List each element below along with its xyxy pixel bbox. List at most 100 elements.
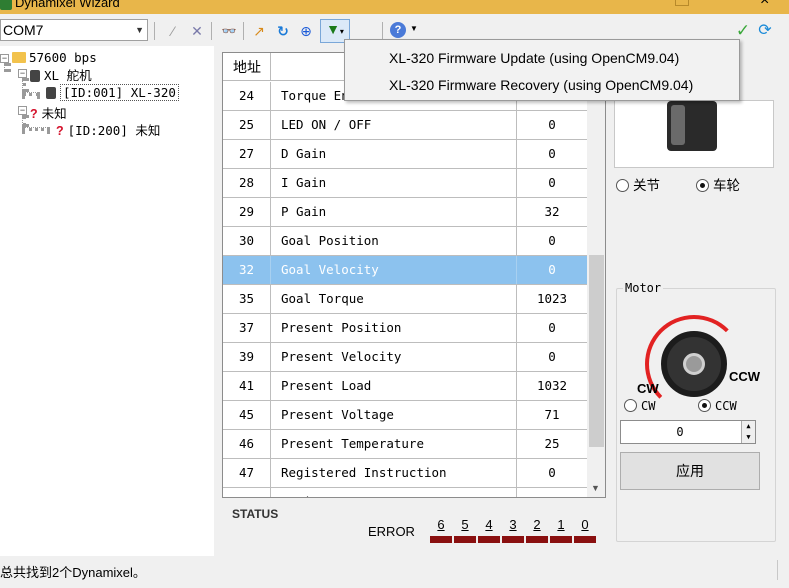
cell-name: LED ON / OFF — [271, 111, 517, 139]
error-bit-label: 5 — [461, 517, 469, 532]
minimize-button[interactable] — [675, 0, 689, 6]
cell-address: 45 — [223, 401, 271, 429]
cell-value[interactable]: 0 — [517, 227, 587, 255]
title-bar: Dynamixel Wizard × — [0, 0, 789, 14]
cell-value[interactable]: 25 — [517, 430, 587, 458]
cell-value[interactable]: 32 — [517, 198, 587, 226]
motor-group-label: Motor — [623, 281, 664, 295]
cell-address: 39 — [223, 343, 271, 371]
port-select[interactable]: COM7 ▼ — [0, 19, 148, 41]
table-row[interactable]: 45 Present Voltage 71 — [223, 401, 587, 430]
menu-item-firmware-update[interactable]: XL-320 Firmware Update (using OpenCM9.04… — [389, 46, 679, 70]
status-bar-text: 总共找到2个Dynamixel。 — [0, 565, 146, 580]
sync-icon[interactable]: ⟳ — [756, 22, 774, 40]
cell-address: 27 — [223, 140, 271, 168]
mode-joint-radio[interactable]: 关节 — [616, 174, 660, 194]
radio-icon — [616, 179, 629, 192]
tree-line — [22, 78, 26, 92]
tree-item-device-1[interactable]: [ID:001] XL-320 — [46, 84, 179, 101]
collapse-icon[interactable]: − — [18, 106, 27, 115]
tree-item-model[interactable]: XL 舵机 — [30, 65, 92, 84]
servo-highlight — [671, 105, 685, 145]
scroll-down-icon[interactable]: ▼ — [591, 483, 600, 493]
tree-item-device-2[interactable]: ? [ID:200] 未知 — [56, 120, 160, 139]
cell-name: I Gain — [271, 169, 517, 197]
decrement-icon[interactable]: ▼ — [742, 432, 755, 443]
cell-value[interactable]: 71 — [517, 401, 587, 429]
window-title: Dynamixel Wizard — [0, 0, 120, 10]
increment-icon[interactable]: ▲ — [742, 421, 755, 432]
error-bit-label: 4 — [485, 517, 493, 532]
toolbar-separator — [211, 22, 212, 40]
tree-line — [4, 63, 8, 72]
cell-value[interactable]: 0 — [517, 111, 587, 139]
firmware-menu: XL-320 Firmware Update (using OpenCM9.04… — [344, 39, 740, 101]
help-icon[interactable]: ? — [390, 22, 406, 38]
cell-name: Present Position — [271, 314, 517, 342]
table-row[interactable]: 25 LED ON / OFF 0 — [223, 111, 587, 140]
cell-address: 46 — [223, 430, 271, 458]
column-header-address[interactable]: 地址 — [223, 53, 271, 81]
cell-value[interactable]: 1032 — [517, 372, 587, 400]
cell-value[interactable]: 0 — [517, 343, 587, 371]
scan-icon[interactable]: ⊕ — [297, 22, 315, 40]
table-row[interactable]: 27 D Gain 0 — [223, 140, 587, 169]
cell-name: Present Load — [271, 372, 517, 400]
mode-wheel-radio[interactable]: 车轮 — [696, 174, 740, 194]
cell-address: 35 — [223, 285, 271, 313]
direction-cw-radio[interactable]: CW — [624, 399, 655, 413]
error-bit-label: 2 — [533, 517, 541, 532]
status-label: STATUS — [232, 507, 279, 521]
table-row[interactable]: 49Moving0 — [223, 488, 587, 497]
chevron-down-icon[interactable]: ▼ — [410, 24, 418, 33]
firmware-icon: ▼ — [326, 21, 340, 37]
cell-address: 30 — [223, 227, 271, 255]
direction-ccw-radio[interactable]: CCW — [698, 399, 737, 413]
motor-group: Motor CW CCW — [616, 281, 776, 542]
collapse-icon[interactable]: − — [18, 69, 27, 78]
cell-value[interactable]: 0 — [517, 459, 587, 487]
menu-item-firmware-recovery[interactable]: XL-320 Firmware Recovery (using OpenCM9.… — [389, 73, 693, 97]
cell-value[interactable]: 0 — [517, 488, 587, 497]
table-row[interactable]: 41 Present Load 1032 — [223, 372, 587, 401]
error-bits: 6 5 4 3 2 1 0 — [429, 517, 596, 545]
table-row[interactable]: 37 Present Position 0 — [223, 314, 587, 343]
connect-icon[interactable]: ⁄ — [164, 22, 182, 40]
disconnect-icon[interactable]: ✕ — [188, 22, 206, 40]
chevron-down-icon[interactable]: ▼ — [135, 20, 144, 40]
speed-stepper[interactable]: 0 ▲ ▼ — [620, 420, 756, 444]
table-row[interactable]: 46 Present Temperature 25 — [223, 430, 587, 459]
apply-button[interactable]: 应用 — [620, 452, 760, 490]
table-row[interactable]: 29 P Gain 32 — [223, 198, 587, 227]
cell-address: 25 — [223, 111, 271, 139]
upload-icon[interactable]: ↗ — [250, 22, 268, 40]
error-bit-label: 0 — [581, 517, 589, 532]
statusbar-divider — [777, 560, 778, 580]
error-bit-label: 3 — [509, 517, 517, 532]
table-row[interactable]: 39 Present Velocity 0 — [223, 343, 587, 372]
table-row[interactable]: 30 Goal Position 0 — [223, 227, 587, 256]
cell-value[interactable]: 1023 — [517, 285, 587, 313]
cell-value[interactable]: 0 — [517, 140, 587, 168]
status-bar: 总共找到2个Dynamixel。 — [0, 558, 789, 580]
error-led — [550, 536, 572, 543]
table-row[interactable]: 47 Registered Instruction 0 — [223, 459, 587, 488]
table-row[interactable]: 28 I Gain 0 — [223, 169, 587, 198]
cell-address: 28 — [223, 169, 271, 197]
check-icon[interactable]: ✓ — [734, 22, 752, 40]
error-bit-label: 1 — [557, 517, 565, 532]
cell-value[interactable]: 0 — [517, 314, 587, 342]
search-icon[interactable]: 👓 — [220, 22, 238, 40]
collapse-icon[interactable]: − — [0, 54, 9, 63]
radio-checked-icon — [698, 399, 711, 412]
tree-item-baud[interactable]: 57600 bps — [12, 50, 97, 65]
scrollbar-thumb[interactable] — [589, 255, 604, 447]
refresh-icon[interactable]: ↻ — [274, 22, 292, 40]
table-row[interactable]: 35 Goal Torque 1023 — [223, 285, 587, 314]
table-row[interactable]: 32 Goal Velocity 0 — [223, 256, 587, 285]
close-button[interactable]: × — [760, 0, 769, 10]
cell-name: Moving — [271, 488, 517, 497]
vertical-scrollbar[interactable]: ▼ — [587, 53, 605, 497]
cell-value[interactable]: 0 — [517, 169, 587, 197]
cell-value[interactable]: 0 — [517, 256, 587, 284]
